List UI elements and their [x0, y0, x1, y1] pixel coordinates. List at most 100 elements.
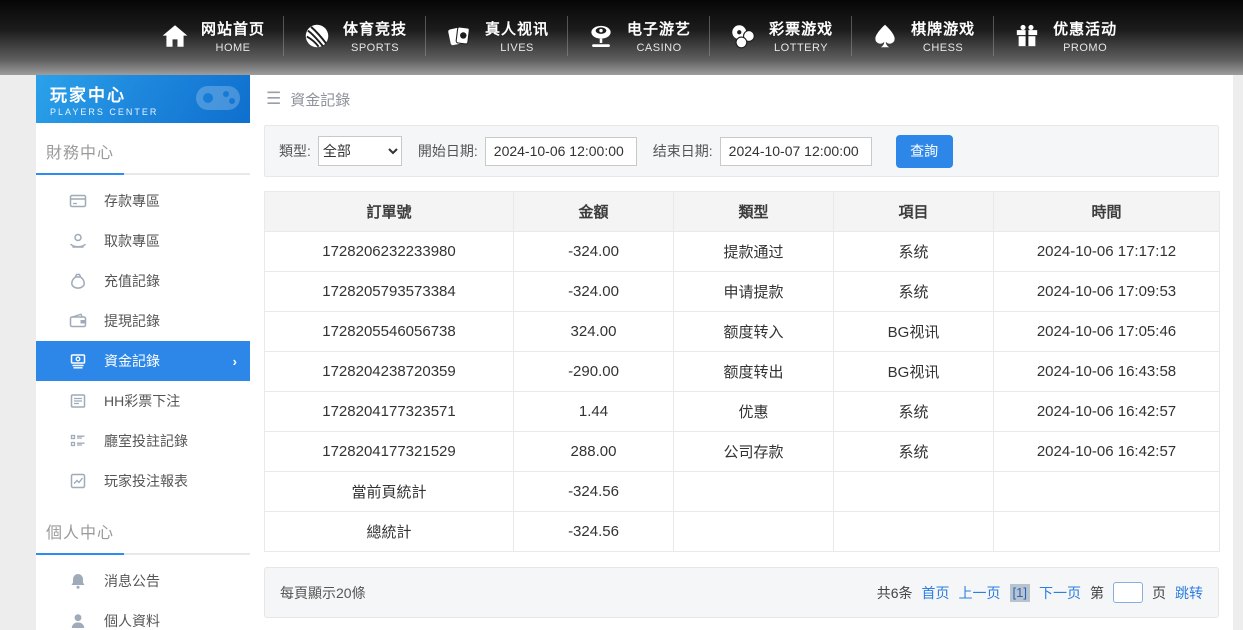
moneybag-icon	[69, 272, 87, 290]
table-cell-type: 额度转入	[674, 312, 834, 352]
type-select[interactable]: 全部	[318, 136, 402, 166]
report-chart-icon	[69, 472, 87, 490]
end-date-label: 结束日期:	[653, 141, 713, 161]
jump-link[interactable]: 跳转	[1175, 583, 1203, 603]
jump-page-input[interactable]	[1113, 582, 1143, 603]
sidebar-item-withdraw[interactable]: 取款專區	[36, 221, 250, 261]
table-cell-time: 2024-10-06 16:42:57	[994, 392, 1220, 432]
nav-item-chess[interactable]: 棋牌游戏CHESS	[851, 16, 993, 56]
hamburger-icon[interactable]: ☰	[266, 89, 281, 109]
chevron-right-icon: ›	[233, 354, 237, 369]
start-date-label: 開始日期:	[418, 141, 478, 161]
nav-item-home[interactable]: 网站首页HOME	[142, 16, 283, 56]
nav-item-casino[interactable]: 电子游艺 CASINO	[567, 16, 709, 56]
spade-icon	[870, 21, 900, 51]
table-cell-item: 系统	[834, 392, 994, 432]
nav-label-zh: 优惠活动	[1053, 18, 1117, 39]
sports-ball-icon	[302, 21, 332, 51]
col-header-type: 類型	[674, 192, 834, 232]
withdraw-hand-icon	[69, 232, 87, 250]
filter-bar: 類型: 全部 開始日期: 结束日期: 查詢	[264, 125, 1219, 177]
col-header-item: 項目	[834, 192, 994, 232]
sidebar-item-withdraw-record[interactable]: 提現記錄	[36, 301, 250, 341]
table-row-page-total: 當前頁統計 -324.56	[265, 472, 1220, 512]
nav-item-promo[interactable]: 优惠活动 PROMO	[993, 16, 1135, 56]
section-title-personal: 個人中心	[36, 503, 250, 543]
table-cell-type: 申请提款	[674, 272, 834, 312]
sidebar-item-label: HH彩票下注	[104, 391, 180, 411]
nav-label-en: HOME	[216, 42, 251, 54]
table-cell-empty	[674, 472, 834, 512]
table-cell-empty	[674, 512, 834, 552]
cards-icon	[444, 21, 474, 51]
table-row: 1728205546056738 324.00 额度转入 BG视讯 2024-1…	[265, 312, 1220, 352]
table-cell-label: 總統計	[265, 512, 514, 552]
nav-label-en: CASINO	[636, 42, 681, 54]
sidebar-item-player-bet-report[interactable]: 玩家投注報表	[36, 461, 250, 501]
table-cell-amount: -324.56	[514, 512, 674, 552]
sidebar-item-label: 玩家投注報表	[104, 471, 188, 491]
top-nav-bar: 网站首页HOME 体育竞技SPORTS 真人视讯LIVES 电子游艺 CASINO…	[0, 0, 1243, 75]
search-button[interactable]: 查詢	[896, 135, 953, 168]
first-page-link[interactable]: 首页	[922, 583, 950, 603]
table-cell-order-no: 1728206232233980	[265, 232, 514, 272]
funds-table: 訂單號 金額 類型 項目 時間 1728206232233980 -324.00…	[264, 191, 1220, 552]
table-cell-type: 额度转出	[674, 352, 834, 392]
funds-record-page: 网站首页HOME 体育竞技SPORTS 真人视讯LIVES 电子游艺 CASINO…	[0, 0, 1243, 630]
nav-label-zh: 彩票游戏	[769, 18, 833, 39]
col-header-amount: 金額	[514, 192, 674, 232]
nav-label-zh: 体育竞技	[343, 18, 407, 39]
nav-label-en: PROMO	[1063, 42, 1107, 54]
sidebar-item-label: 取款專區	[104, 231, 160, 251]
sidebar-item-funds-record[interactable]: 資金記錄 ›	[36, 341, 250, 381]
sidebar-item-hh-lottery-bets[interactable]: HH彩票下注	[36, 381, 250, 421]
wallet-icon	[69, 312, 87, 330]
nav-item-lives[interactable]: 真人视讯LIVES	[425, 16, 567, 56]
jump-suffix-label: 页	[1152, 583, 1166, 603]
table-cell-order-no: 1728204177321529	[265, 432, 514, 472]
jump-prefix-label: 第	[1090, 583, 1104, 603]
section-underline	[36, 553, 250, 555]
table-cell-item: 系统	[834, 432, 994, 472]
table-cell-amount: 1.44	[514, 392, 674, 432]
end-date-input[interactable]	[720, 137, 872, 166]
sidebar: 玩家中心 PLAYERS CENTER 財務中心 存款專區 取款專區 充值記錄 …	[36, 75, 250, 630]
table-cell-item: BG视讯	[834, 352, 994, 392]
sidebar-item-label: 資金記錄	[104, 351, 160, 371]
total-count-text: 共6条	[877, 583, 913, 603]
table-cell-order-no: 1728205546056738	[265, 312, 514, 352]
sidebar-item-profile[interactable]: 個人資料	[36, 601, 250, 630]
sidebar-item-hall-bet-record[interactable]: 廳室投註記錄	[36, 421, 250, 461]
section-underline	[36, 173, 250, 175]
sidebar-item-label: 存款專區	[104, 191, 160, 211]
table-cell-amount: -290.00	[514, 352, 674, 392]
bullet-list-icon	[69, 432, 87, 450]
table-cell-empty	[994, 472, 1220, 512]
table-cell-time: 2024-10-06 16:43:58	[994, 352, 1220, 392]
sidebar-item-deposit[interactable]: 存款專區	[36, 181, 250, 221]
sidebar-item-label: 提現記錄	[104, 311, 160, 331]
sidebar-item-label: 消息公告	[104, 571, 160, 591]
bell-icon	[69, 572, 87, 590]
table-cell-order-no: 1728205793573384	[265, 272, 514, 312]
prev-page-link[interactable]: 上一页	[959, 583, 1001, 603]
page-title: 資金記錄	[290, 89, 350, 110]
ticket-list-icon	[69, 392, 87, 410]
home-icon	[160, 21, 190, 51]
nav-label-zh: 电子游艺	[627, 18, 691, 39]
table-row-grand-total: 總統計 -324.56	[265, 512, 1220, 552]
finance-menu: 存款專區 取款專區 充值記錄 提現記錄 資金記錄 › HH彩票下注	[36, 175, 250, 503]
personal-menu: 消息公告 個人資料	[36, 555, 250, 630]
gift-icon	[1012, 21, 1042, 51]
nav-item-sports[interactable]: 体育竞技SPORTS	[283, 16, 425, 56]
sidebar-item-recharge-record[interactable]: 充值記錄	[36, 261, 250, 301]
next-page-link[interactable]: 下一页	[1039, 583, 1081, 603]
start-date-input[interactable]	[485, 137, 637, 166]
table-cell-empty	[834, 512, 994, 552]
table-cell-empty	[994, 512, 1220, 552]
col-header-time: 時間	[994, 192, 1220, 232]
nav-label-en: LIVES	[500, 42, 534, 54]
nav-item-lottery[interactable]: 彩票游戏LOTTERY	[709, 16, 851, 56]
table-cell-time: 2024-10-06 17:17:12	[994, 232, 1220, 272]
sidebar-item-announcements[interactable]: 消息公告	[36, 561, 250, 601]
